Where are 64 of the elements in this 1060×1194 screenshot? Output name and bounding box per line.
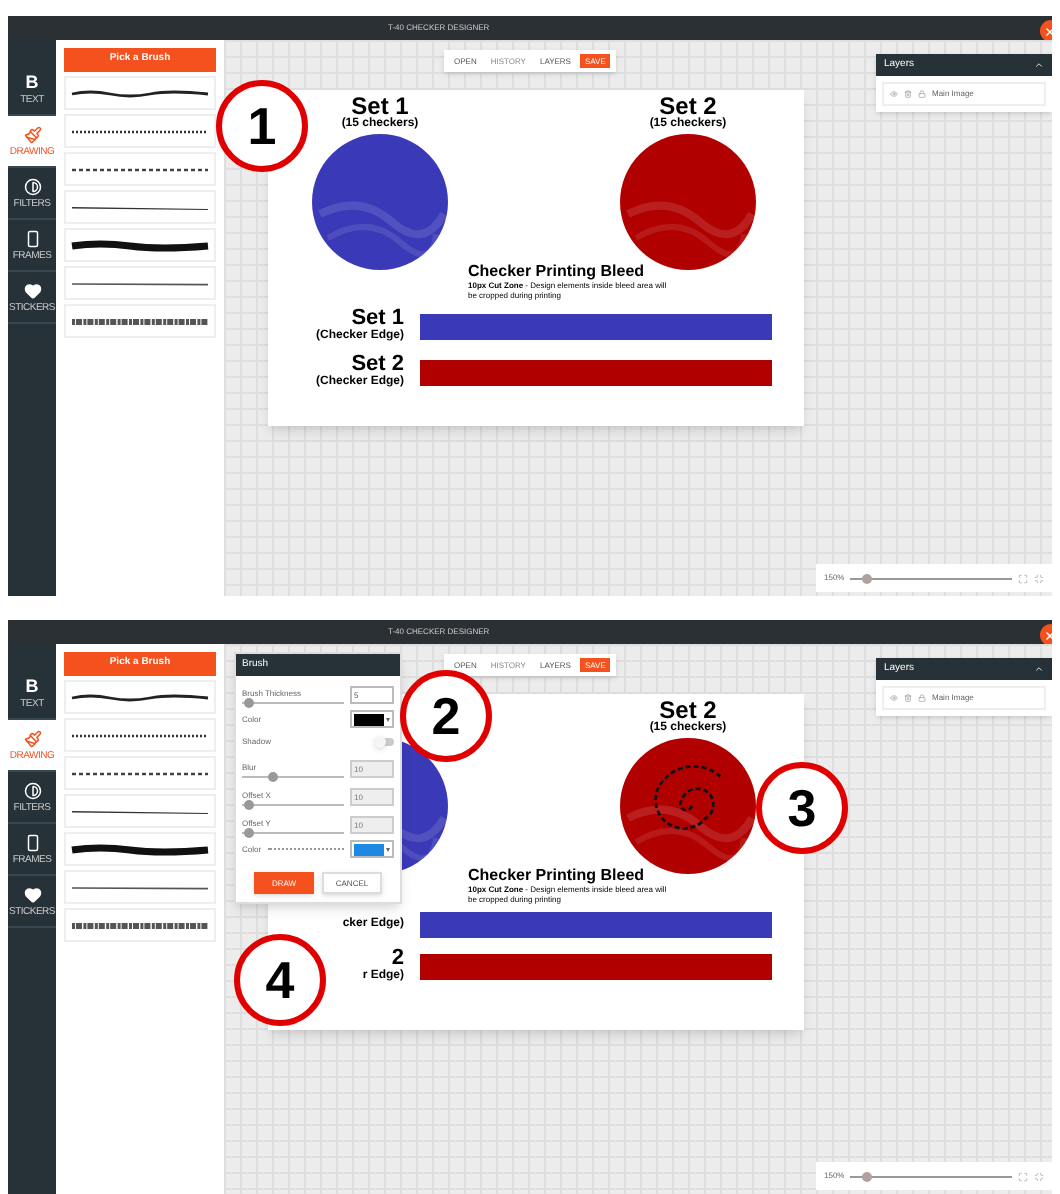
brush-option[interactable] — [64, 114, 216, 148]
zoom-thumb[interactable] — [862, 573, 873, 583]
fit-icon[interactable] — [1018, 573, 1028, 583]
bleed-title: Checker Printing Bleed — [468, 262, 647, 280]
color-picker[interactable] — [350, 840, 394, 858]
heart-icon — [23, 885, 41, 903]
caret-icon — [386, 847, 390, 851]
brush-stroke-icon — [70, 691, 210, 703]
brush-stroke-icon — [70, 881, 210, 893]
frame-icon — [23, 229, 41, 247]
collapse-icon[interactable] — [1034, 60, 1044, 70]
brush-icon — [23, 125, 41, 143]
lock-icon[interactable] — [918, 694, 926, 702]
brush-stroke-icon — [70, 163, 210, 175]
brush-option[interactable] — [64, 76, 216, 110]
eye-icon[interactable] — [890, 90, 898, 98]
contrast-icon — [23, 781, 41, 799]
brush-option[interactable] — [64, 266, 216, 300]
brush-icon — [23, 729, 41, 747]
zoom-thumb[interactable] — [862, 1171, 873, 1181]
brush-stroke-icon — [70, 277, 210, 289]
brush-stroke-icon — [70, 843, 210, 855]
fullscreen-icon[interactable] — [1034, 1171, 1044, 1181]
set-title: Set 2 — [659, 698, 717, 722]
row-label: Set 1 — [351, 308, 404, 330]
brush-stroke-icon — [70, 87, 210, 99]
eye-icon[interactable] — [890, 694, 898, 702]
brush-stroke-icon — [70, 919, 210, 931]
fullscreen-icon[interactable] — [1034, 573, 1044, 583]
set-title: Set 2 — [659, 94, 717, 118]
brush-option[interactable] — [64, 228, 216, 262]
brush-stroke-icon — [70, 729, 210, 741]
shadow-toggle[interactable] — [374, 738, 394, 746]
heart-icon — [23, 281, 41, 299]
brush-option[interactable] — [64, 680, 216, 714]
brush-stroke-icon — [70, 125, 210, 137]
bleed-title: Checker Printing Bleed — [468, 866, 647, 884]
set-title: Set 1 — [351, 94, 409, 118]
frame-icon — [23, 833, 41, 851]
lock-icon[interactable] — [918, 90, 926, 98]
brush-option[interactable] — [64, 718, 216, 752]
slider-thumb[interactable] — [243, 698, 254, 708]
sidebar-glyph: B — [25, 73, 39, 91]
brush-option[interactable] — [64, 832, 216, 866]
trash-icon[interactable] — [904, 694, 912, 702]
caret-icon — [386, 717, 390, 721]
brush-option[interactable] — [64, 304, 216, 338]
color-picker[interactable] — [350, 710, 394, 728]
contrast-icon — [23, 177, 41, 195]
brush-option[interactable] — [64, 908, 216, 942]
brush-option[interactable] — [64, 152, 216, 186]
brush-stroke-icon — [70, 767, 210, 779]
row-label: 2 — [391, 948, 404, 970]
brush-stroke-icon — [70, 201, 210, 213]
row-label: Set 2 — [351, 354, 404, 376]
brush-option[interactable] — [64, 756, 216, 790]
trash-icon[interactable] — [904, 90, 912, 98]
sidebar-glyph: B — [25, 677, 39, 695]
brush-stroke-icon — [70, 805, 210, 817]
brush-stroke-icon — [70, 239, 210, 251]
collapse-icon[interactable] — [1034, 664, 1044, 674]
brush-option[interactable] — [64, 870, 216, 904]
brush-stroke-icon — [70, 315, 210, 327]
fit-icon[interactable] — [1018, 1171, 1028, 1181]
